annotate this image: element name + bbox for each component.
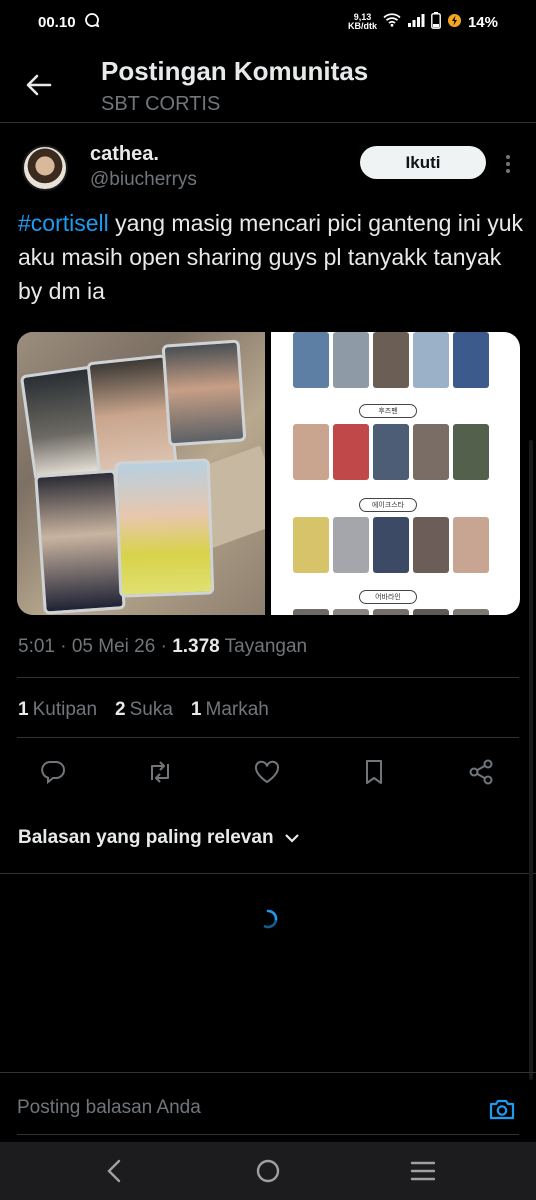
status-bar: 00.10 9,13 KB/dtk 14% [0,0,536,44]
loading-spinner-icon [263,909,278,929]
page-title: Postingan Komunitas [101,56,369,86]
back-button[interactable] [22,68,56,102]
quotes-stat[interactable]: 1 Kutipan [18,699,97,721]
catalog-label: 에이크스타 [359,498,417,512]
network-speed: 9,13 KB/dtk [347,12,377,31]
camera-icon[interactable] [486,1093,518,1125]
avatar[interactable] [22,145,68,191]
reply-bar [0,1072,536,1142]
bookmark-icon[interactable] [356,754,392,790]
battery-percent: 14% [467,13,498,31]
status-time: 00.10 [38,13,76,31]
post-text: #cortisell yang masig mencari pici gante… [18,206,523,308]
post-actions [0,754,536,790]
battery-saver-icon [447,13,462,32]
post-author: cathea. @biucherrys Ikuti [0,140,536,200]
likes-stat[interactable]: 2 Suka [115,699,173,721]
catalog-label: 후즈펜 [359,404,417,418]
hashtag-link[interactable]: #cortisell [18,210,109,236]
post-stats: 1 Kutipan 2 Suka 1 Markah [18,699,269,721]
nav-recents-icon[interactable] [408,1156,438,1186]
nav-home-icon[interactable] [253,1156,283,1186]
reply-sort-dropdown[interactable]: Balasan yang paling relevan [18,827,300,849]
header-divider [0,122,536,123]
sort-divider [0,873,536,874]
catalog-label: 어바라인 [359,590,417,604]
media-image-catalog[interactable]: 후즈펜 에이크스타 어바라인 [271,332,520,615]
chat-notification-icon [84,12,100,32]
nav-back-icon[interactable] [99,1156,129,1186]
arrow-left-icon [26,74,52,96]
chevron-down-icon [284,834,299,843]
top-bar: Postingan Komunitas SBT CORTIS [0,50,536,122]
media-image-photocards[interactable] [17,332,265,615]
meta-divider [17,677,519,678]
views-count: 1.378 [172,636,220,657]
stats-divider [17,737,519,738]
post-media: 후즈펜 에이크스타 어바라인 [17,332,520,615]
wifi-icon [383,13,401,31]
more-options-icon[interactable] [499,152,517,176]
author-handle[interactable]: @biucherrys [90,169,197,191]
system-nav-bar [0,1142,536,1200]
share-icon[interactable] [463,754,499,790]
scrollbar[interactable] [529,440,533,1080]
post-meta: 5:01 · 05 Mei 26 · 1.378 Tayangan [18,636,308,657]
signal-icon [407,13,425,31]
reply-input[interactable] [17,1097,457,1119]
like-heart-icon[interactable] [249,754,285,790]
reply-icon[interactable] [35,754,71,790]
author-name[interactable]: cathea. [90,143,159,166]
repost-icon[interactable] [142,754,178,790]
follow-button[interactable]: Ikuti [360,146,486,179]
community-name: SBT CORTIS [101,93,221,115]
bookmarks-stat[interactable]: 1 Markah [191,699,269,721]
battery-icon [431,11,441,33]
